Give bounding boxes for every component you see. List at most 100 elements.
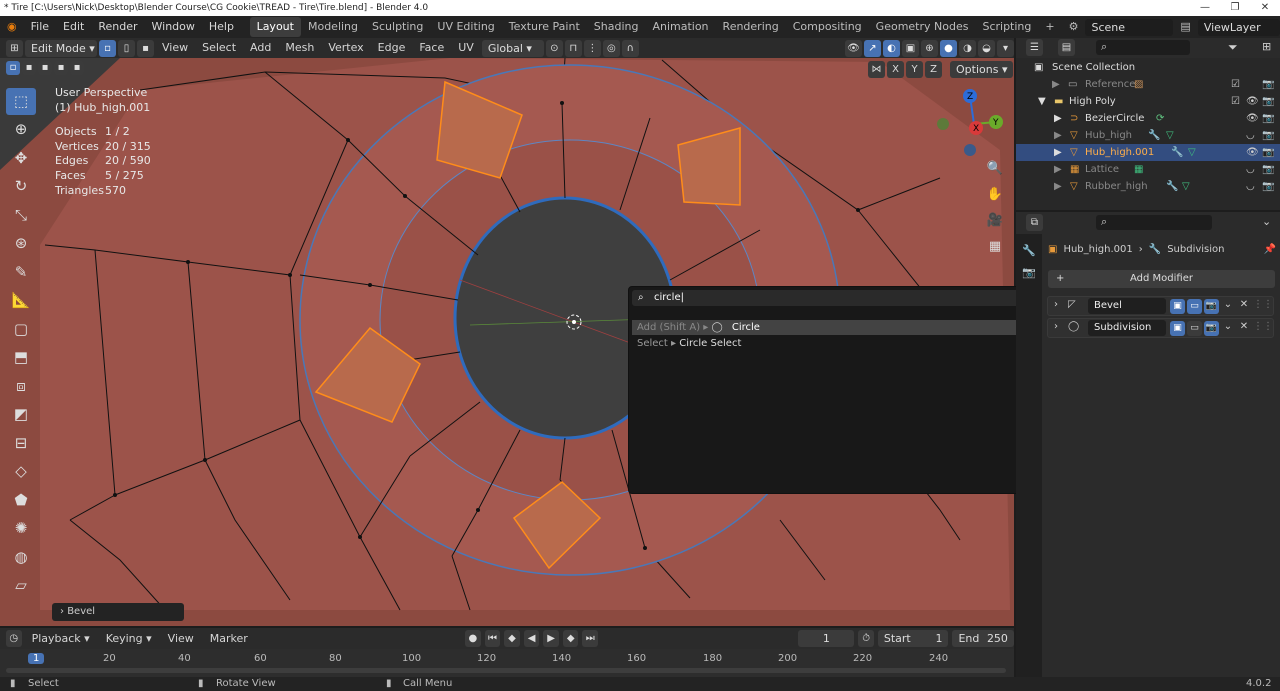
menu-vertex[interactable]: Vertex [322, 39, 369, 57]
snap-target-icon[interactable]: ⋮ [583, 39, 601, 57]
axis-x-toggle[interactable]: X [887, 61, 904, 78]
select-subtract-icon[interactable]: ▪ [38, 61, 52, 75]
pan-hand-icon[interactable]: ✋ [984, 184, 1006, 206]
subdivision-name-field[interactable]: Subdivision [1088, 320, 1166, 336]
proportional-edit-icon[interactable]: ◎ [602, 39, 620, 57]
transform-orientation[interactable]: Global ▾ [481, 39, 544, 57]
render-tab-icon[interactable]: 📷 [1016, 262, 1042, 284]
start-frame-field[interactable]: Start 1 [877, 630, 949, 647]
material-shading-icon[interactable]: ◑ [959, 39, 976, 57]
pin-icon[interactable]: 📌 [1264, 244, 1276, 255]
select-invert-icon[interactable]: ▪ [54, 61, 68, 75]
annotate-tool-icon[interactable]: ✎ [6, 259, 36, 286]
xray-icon[interactable]: ▣ [902, 39, 919, 57]
timeline-editor-icon[interactable]: ◷ [6, 630, 22, 647]
menu-face[interactable]: Face [413, 39, 450, 57]
preview-range-icon[interactable]: ⏱ [858, 630, 874, 647]
add-modifier-button[interactable]: + Add Modifier [1048, 270, 1275, 288]
select-box-tool-icon[interactable]: ⬚ [6, 87, 36, 115]
minimize-icon[interactable]: — [1190, 0, 1220, 16]
search-result-circle-select[interactable]: Select ▸ Circle Select C [632, 336, 1032, 351]
scene-collection-row[interactable]: ▣ Scene Collection [1016, 59, 1280, 76]
tab-rendering[interactable]: Rendering [716, 17, 786, 37]
tab-modeling[interactable]: Modeling [301, 17, 365, 37]
mode-selector[interactable]: Edit Mode ▾ [25, 39, 97, 57]
wireframe-shading-icon[interactable]: ⊕ [921, 39, 938, 57]
tab-animation[interactable]: Animation [645, 17, 715, 37]
rendered-shading-icon[interactable]: ◒ [978, 39, 995, 57]
add-workspace-icon[interactable]: + [1038, 17, 1061, 37]
select-extend-icon[interactable]: ▪ [22, 61, 36, 75]
tab-scripting[interactable]: Scripting [975, 17, 1038, 37]
menu-marker[interactable]: Marker [204, 630, 254, 648]
next-keyframe-icon[interactable]: ◆ [562, 630, 579, 647]
outliner-row-beziercircle[interactable]: ▶ ⊃ BezierCircle ⟳ 👁 📷 [1016, 110, 1280, 127]
zoom-icon[interactable]: 🔍 [984, 158, 1006, 180]
outliner-row-high-poly[interactable]: ▼ ▬ High Poly ☑ 👁 📷 [1016, 93, 1280, 110]
menu-uv[interactable]: UV [452, 39, 480, 57]
menu-timeline-view[interactable]: View [162, 630, 200, 648]
bevel-name-field[interactable]: Bevel [1088, 298, 1166, 314]
end-frame-field[interactable]: End 250 [952, 630, 1014, 647]
outliner-row-lattice[interactable]: ▶ ▦ Lattice ▦ ◡ 📷 [1016, 161, 1280, 178]
chevron-down-icon[interactable]: ⌄ [1221, 321, 1235, 336]
scene-selector[interactable]: Scene [1085, 18, 1174, 36]
spin-tool-icon[interactable]: ✺ [6, 515, 36, 542]
move-tool-icon[interactable]: ✥ [6, 145, 36, 172]
restore-icon[interactable]: ❐ [1220, 0, 1250, 16]
drag-handle-icon[interactable]: ⋮⋮ [1253, 321, 1273, 336]
menu-file[interactable]: File [24, 16, 56, 38]
bevel-tool-icon[interactable]: ◩ [6, 401, 36, 428]
render-toggle-icon[interactable]: 📷 [1204, 321, 1219, 336]
play-reverse-icon[interactable]: ◀ [523, 630, 540, 647]
extrude-tool-icon[interactable]: ⬒ [6, 344, 36, 371]
jump-start-icon[interactable]: ⏮ [484, 630, 501, 647]
outliner-editor-icon[interactable]: ☰ [1026, 39, 1043, 56]
tool-tab-icon[interactable]: 🔧 [1016, 240, 1042, 262]
menu-render[interactable]: Render [91, 16, 144, 38]
frame-cursor[interactable]: 1 [28, 653, 45, 664]
viewport-toggle-icon[interactable]: ▭ [1187, 299, 1202, 314]
shear-tool-icon[interactable]: ▱ [6, 572, 36, 599]
loop-cut-tool-icon[interactable]: ⊟ [6, 430, 36, 457]
tab-sculpting[interactable]: Sculpting [365, 17, 430, 37]
scale-tool-icon[interactable]: ⤡ [6, 202, 36, 229]
search-result-add-circle[interactable]: Add (Shift A) ▸ ◯ Circle [632, 320, 1032, 335]
properties-editor-icon[interactable]: ⧉ [1026, 214, 1043, 231]
properties-search-input[interactable]: ⌕ [1096, 215, 1212, 230]
knife-tool-icon[interactable]: ◇ [6, 458, 36, 485]
close-icon[interactable]: ✕ [1250, 0, 1280, 16]
outliner-row-reference[interactable]: ▶ ▭ Reference ▨ ☑ 📷 [1016, 76, 1280, 93]
view-layer-selector[interactable]: ViewLayer [1197, 18, 1280, 36]
filter-icon[interactable]: ⏷ [1228, 40, 1238, 55]
prev-keyframe-icon[interactable]: ◆ [504, 630, 520, 647]
outliner-row-rubber-high[interactable]: ▶ ▽ Rubber_high 🔧 ▽ ◡ 📷 [1016, 178, 1280, 195]
menu-playback[interactable]: Playback ▾ [26, 630, 96, 648]
edge-select-icon[interactable]: ▯ [118, 39, 135, 57]
modifier-subdivision[interactable]: › ◯ Subdivision ▣ ▭ 📷 ⌄ ✕ ⋮⋮ [1047, 318, 1274, 338]
chevron-down-icon[interactable]: ⌄ [1221, 299, 1235, 314]
remove-modifier-icon[interactable]: ✕ [1237, 299, 1251, 314]
viewport-toggle-icon[interactable]: ▭ [1187, 321, 1202, 336]
timeline-scrollbar[interactable] [6, 668, 1006, 673]
measure-tool-icon[interactable]: 📐 [6, 287, 36, 314]
outliner-row-hub-high[interactable]: ▶ ▽ Hub_high 🔧 ▽ ◡ 📷 [1016, 127, 1280, 144]
snap-icon[interactable]: ⊓ [564, 39, 582, 57]
axis-z-toggle[interactable]: Z [925, 61, 942, 78]
menu-view[interactable]: View [156, 39, 194, 57]
tab-geometry-nodes[interactable]: Geometry Nodes [869, 17, 976, 37]
transform-tool-icon[interactable]: ⊛ [6, 230, 36, 257]
display-mode-icon[interactable]: ▤ [1058, 39, 1075, 56]
tab-texture-paint[interactable]: Texture Paint [502, 17, 587, 37]
menu-edge[interactable]: Edge [372, 39, 412, 57]
chevron-right-icon[interactable]: › [1054, 299, 1058, 310]
modifier-bevel[interactable]: › ◸ Bevel ▣ ▭ 📷 ⌄ ✕ ⋮⋮ [1047, 296, 1274, 316]
tab-compositing[interactable]: Compositing [786, 17, 869, 37]
operator-search-input[interactable]: ⌕ circle| [632, 290, 1032, 306]
gizmo-toggle-icon[interactable]: ↗ [864, 39, 881, 57]
remove-modifier-icon[interactable]: ✕ [1237, 321, 1251, 336]
drag-handle-icon[interactable]: ⋮⋮ [1253, 299, 1273, 314]
perspective-toggle-icon[interactable]: ▦ [984, 236, 1006, 258]
select-new-icon[interactable]: ▫ [6, 61, 20, 75]
menu-keying[interactable]: Keying ▾ [100, 630, 158, 648]
